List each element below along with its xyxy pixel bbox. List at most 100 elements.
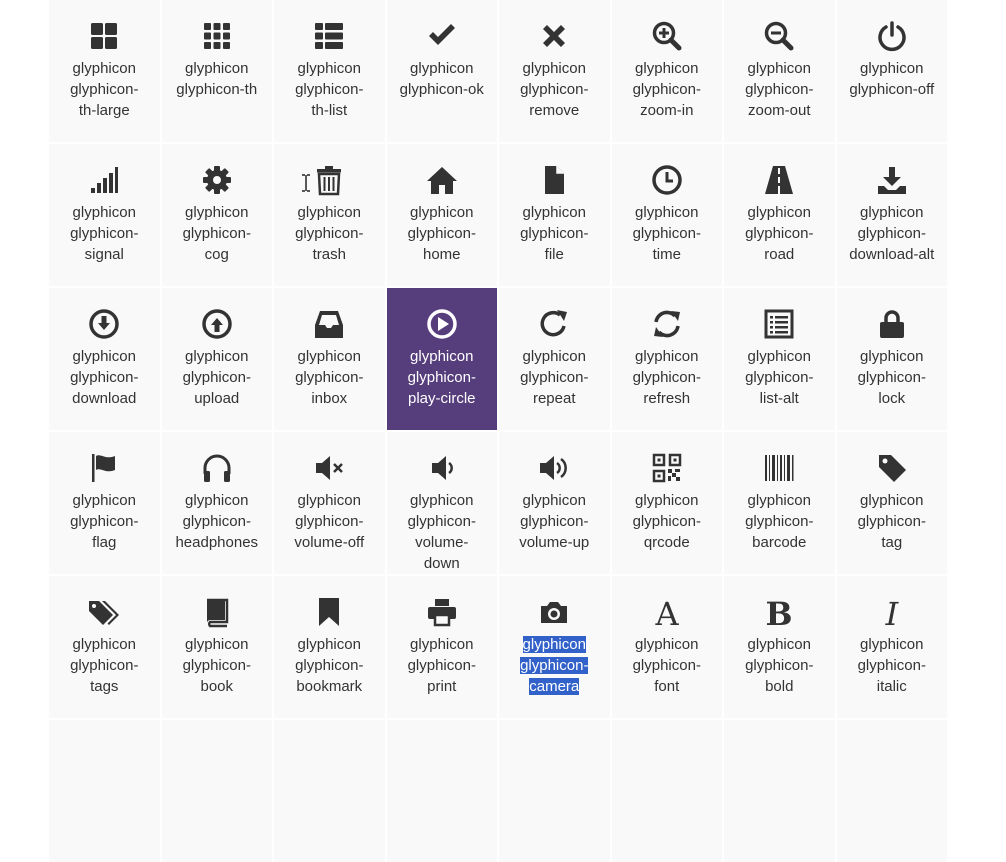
glyphicon-label: glyphicon glyphicon-time (632, 204, 701, 263)
glyphicon-cell-italic[interactable]: I glyphicon glyphicon-italic (836, 576, 947, 718)
th-list-icon (274, 20, 385, 52)
volume-down-icon (387, 452, 498, 484)
glyphicon-cell-cog[interactable]: glyphicon glyphicon-cog (161, 144, 273, 286)
cog-icon (162, 164, 273, 196)
play-circle-icon (387, 308, 498, 340)
file-icon (499, 164, 610, 196)
glyphicon-label: glyphicon glyphicon-volume-up (519, 492, 590, 551)
glyphicon-cell-road[interactable]: glyphicon glyphicon-road (724, 144, 835, 286)
glyphicon-label: glyphicon glyphicon-zoom-out (745, 60, 814, 119)
glyphicon-cell-print[interactable]: glyphicon glyphicon-print (386, 576, 498, 718)
glyphicon-cell-refresh[interactable]: glyphicon glyphicon-refresh (611, 288, 723, 430)
glyphicon-label: glyphicon glyphicon-cog (182, 204, 251, 263)
glyphicon-cell-th[interactable]: glyphicon glyphicon-th (161, 0, 273, 142)
svg-text:A: A (654, 596, 679, 628)
glyphicon-cell-book[interactable]: glyphicon glyphicon-book (161, 576, 273, 718)
text-cursor-icon (301, 174, 311, 192)
qrcode-icon (612, 452, 723, 484)
glyphicon-cell-barcode[interactable]: glyphicon glyphicon-barcode (724, 432, 835, 574)
glyphicon-cell-tag[interactable]: glyphicon glyphicon-tag (836, 432, 948, 574)
glyphicon-label: glyphicon glyphicon-th-large (70, 60, 139, 119)
glyphicon-cell-zoom-out[interactable]: glyphicon glyphicon-zoom-out (724, 0, 835, 142)
zoom-in-icon (612, 20, 723, 52)
ok-icon (387, 20, 498, 52)
glyphicon-label: glyphicon glyphicon-headphones (175, 492, 259, 551)
glyphicon-label: glyphicon glyphicon-home (407, 204, 476, 263)
book-icon (162, 596, 273, 628)
glyphicon-cell-upload[interactable]: glyphicon glyphicon-upload (161, 288, 273, 430)
glyphicon-cell-font[interactable]: A glyphicon glyphicon-font (611, 576, 722, 718)
glyphicon-label: glyphicon glyphicon-tag (857, 492, 926, 551)
glyphicon-cell-flag[interactable]: glyphicon glyphicon-flag (49, 432, 160, 574)
glyphicon-cell-zoom-in[interactable]: glyphicon glyphicon-zoom-in (611, 0, 723, 142)
remove-icon (499, 20, 610, 52)
glyphicon-cell-volume-down[interactable]: glyphicon glyphicon-volume-down (386, 432, 498, 574)
glyphicon-cell-tags[interactable]: glyphicon glyphicon-tags (49, 576, 160, 718)
upload-icon (162, 308, 273, 340)
glyphicon-cell-empty[interactable] (836, 720, 947, 862)
glyphicon-cell-empty[interactable] (49, 720, 160, 862)
glyphicon-label: glyphicon glyphicon-off (849, 60, 935, 98)
glyphicon-cell-th-list[interactable]: glyphicon glyphicon-th-list (274, 0, 385, 142)
glyphicon-cell-empty[interactable] (161, 720, 272, 862)
glyphicon-label: glyphicon glyphicon-volume-down (407, 492, 476, 572)
tag-icon (837, 452, 948, 484)
off-icon (837, 20, 948, 52)
glyphicon-label: glyphicon glyphicon-file (520, 204, 589, 263)
glyphicon-label: glyphicon glyphicon-signal (70, 204, 139, 263)
volume-up-icon (499, 452, 610, 484)
camera-icon (499, 596, 610, 628)
glyphicon-label-selected: glyphicon glyphicon-camera (520, 636, 589, 695)
list-alt-icon (724, 308, 835, 340)
glyphicon-cell-th-large[interactable]: glyphicon glyphicon-th-large (49, 0, 160, 142)
glyphicon-cell-signal[interactable]: glyphicon glyphicon-signal (49, 144, 160, 286)
flag-icon (49, 452, 160, 484)
svg-text:B: B (766, 596, 793, 628)
glyphicon-cell-download-alt[interactable]: glyphicon glyphicon-download-alt (836, 144, 948, 286)
glyphicon-cell-repeat[interactable]: glyphicon glyphicon-repeat (499, 288, 610, 430)
glyphicon-cell-camera[interactable]: glyphicon glyphicon-camera (499, 576, 610, 718)
glyphicon-cell-empty[interactable] (274, 720, 385, 862)
glyphicon-cell-bold[interactable]: B glyphicon glyphicon-bold (724, 576, 835, 718)
glyphicon-label: glyphicon glyphicon-remove (520, 60, 589, 119)
bookmark-icon (274, 596, 385, 628)
glyphicon-cell-bookmark[interactable]: glyphicon glyphicon-bookmark (274, 576, 385, 718)
th-large-icon (49, 20, 160, 52)
glyphicon-cell-remove[interactable]: glyphicon glyphicon-remove (499, 0, 610, 142)
glyphicon-label: glyphicon glyphicon-th (176, 60, 258, 98)
glyphicon-cell-empty[interactable] (386, 720, 497, 862)
svg-text:I: I (884, 596, 899, 628)
download-alt-icon (837, 164, 948, 196)
glyphicon-cell-ok[interactable]: glyphicon glyphicon-ok (386, 0, 498, 142)
glyphicon-cell-trash[interactable]: glyphicon glyphicon-trash (274, 144, 385, 286)
headphones-icon (162, 452, 273, 484)
glyphicon-label: glyphicon glyphicon-barcode (745, 492, 814, 551)
glyphicon-label: glyphicon glyphicon-lock (857, 348, 926, 407)
glyphicon-cell-empty[interactable] (724, 720, 835, 862)
refresh-icon (612, 308, 723, 340)
glyphicon-label: glyphicon glyphicon-print (407, 636, 476, 695)
glyphicon-label: glyphicon glyphicon-flag (70, 492, 139, 551)
glyphicon-label: glyphicon glyphicon-qrcode (632, 492, 701, 551)
glyphicon-cell-inbox[interactable]: glyphicon glyphicon-inbox (274, 288, 385, 430)
glyphicon-cell-empty[interactable] (611, 720, 722, 862)
glyphicon-cell-home[interactable]: glyphicon glyphicon-home (386, 144, 497, 286)
glyphicon-cell-time[interactable]: glyphicon glyphicon-time (611, 144, 722, 286)
glyphicon-cell-file[interactable]: glyphicon glyphicon-file (499, 144, 610, 286)
glyphicon-cell-headphones[interactable]: glyphicon glyphicon-headphones (161, 432, 273, 574)
th-icon (162, 20, 273, 52)
bold-icon: B (724, 595, 835, 633)
repeat-icon (499, 308, 610, 340)
glyphicon-cell-volume-up[interactable]: glyphicon glyphicon-volume-up (499, 432, 610, 574)
print-icon (387, 596, 498, 628)
glyphicon-cell-list-alt[interactable]: glyphicon glyphicon-list-alt (724, 288, 835, 430)
glyphicon-cell-off[interactable]: glyphicon glyphicon-off (836, 0, 948, 142)
glyphicon-cell-download[interactable]: glyphicon glyphicon-download (49, 288, 160, 430)
glyphicon-cell-lock[interactable]: glyphicon glyphicon-lock (836, 288, 947, 430)
glyphicon-label: glyphicon glyphicon-bold (745, 636, 814, 695)
glyphicon-cell-empty[interactable] (499, 720, 610, 862)
road-icon (724, 164, 835, 196)
glyphicon-cell-play-circle[interactable]: glyphicon glyphicon-play-circle (386, 288, 498, 430)
glyphicon-cell-volume-off[interactable]: glyphicon glyphicon-volume-off (274, 432, 385, 574)
glyphicon-cell-qrcode[interactable]: glyphicon glyphicon-qrcode (611, 432, 723, 574)
